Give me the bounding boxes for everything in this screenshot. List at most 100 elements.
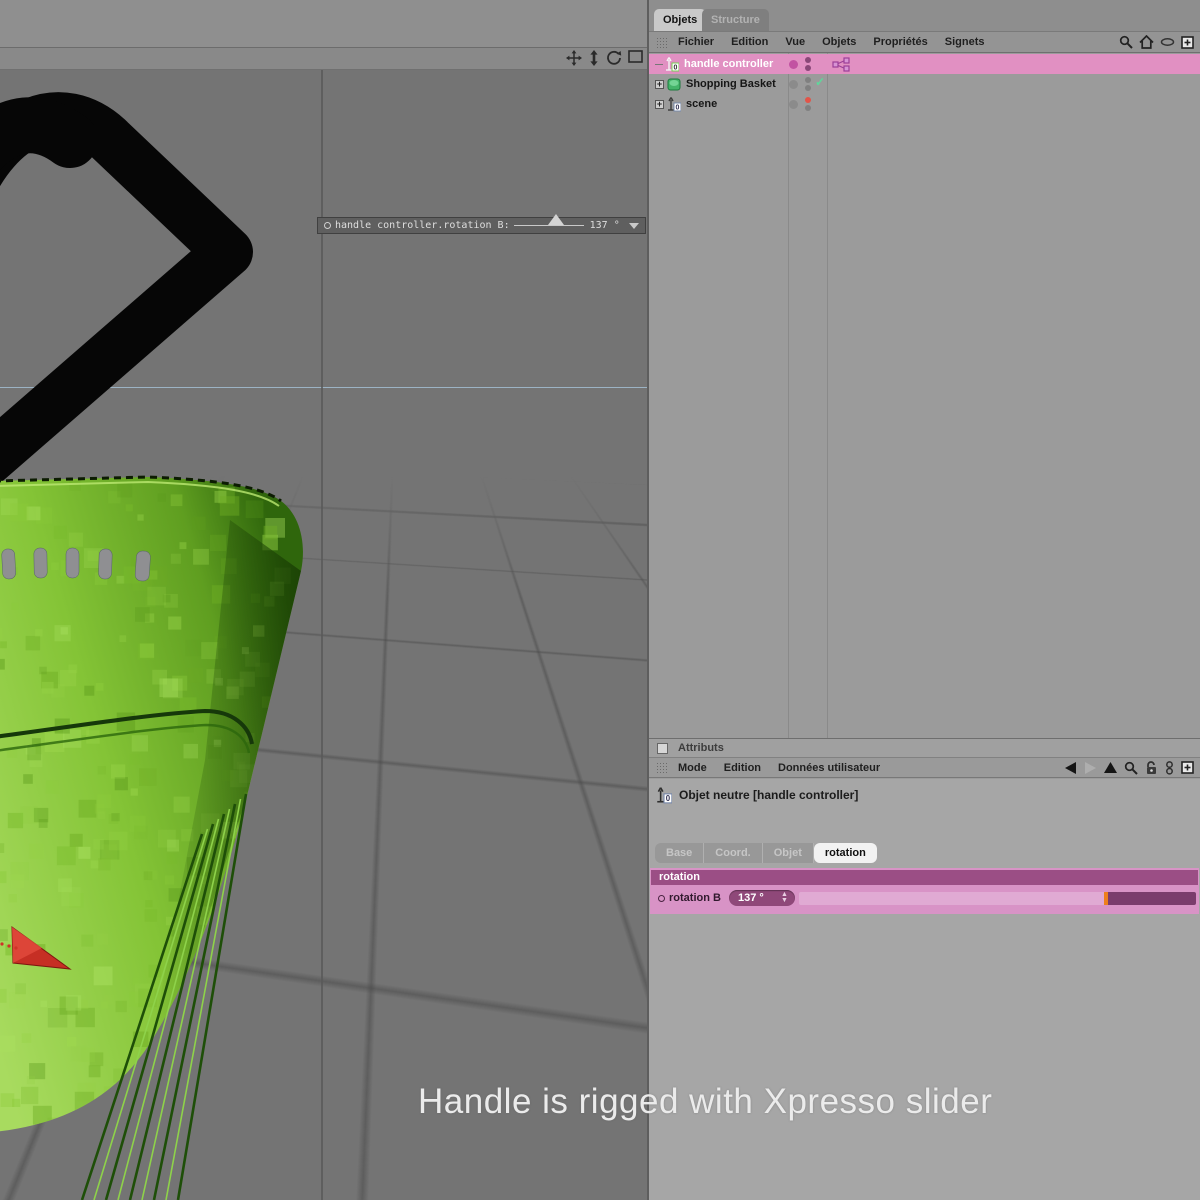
rotate-icon[interactable] [606, 50, 622, 66]
hud-value: 137 ° [590, 220, 620, 231]
lock-icon[interactable] [1145, 761, 1158, 775]
tab-objet[interactable]: Objet [763, 843, 814, 863]
svg-text:0: 0 [674, 64, 678, 71]
tab-objets[interactable]: Objets [654, 9, 706, 31]
attributes-panel: Attributs Mode Edition Données utilisate… [649, 738, 1200, 1200]
menu-vue[interactable]: Vue [785, 36, 805, 48]
search-icon[interactable] [1124, 761, 1138, 775]
home-icon[interactable] [1139, 35, 1154, 49]
menu-edition[interactable]: Edition [731, 36, 768, 48]
maximize-icon[interactable] [628, 50, 643, 66]
menu-objets[interactable]: Objets [822, 36, 856, 48]
panel-checkbox[interactable] [657, 743, 668, 754]
up-icon[interactable] [1104, 762, 1117, 773]
column-divider [788, 53, 789, 738]
section-header[interactable]: rotation [651, 870, 1198, 885]
menu-signets[interactable]: Signets [945, 36, 985, 48]
selected-object-row[interactable]: 0 Objet neutre [handle controller] [656, 786, 858, 804]
xpresso-tag-icon[interactable] [832, 57, 853, 72]
hud-key-ring-icon [324, 222, 331, 229]
shopping-basket-render [0, 70, 648, 1200]
viewport-top-strip [0, 0, 648, 48]
keyframe-ring-icon[interactable] [658, 895, 665, 902]
enable-dot[interactable] [789, 60, 798, 69]
tab-coord[interactable]: Coord. [704, 843, 762, 863]
column-divider [827, 53, 828, 738]
object-name: scene [686, 98, 717, 110]
attributes-title-bar: Attributs [649, 739, 1200, 757]
hud-slider-track[interactable] [514, 225, 584, 226]
tab-rotation[interactable]: rotation [814, 843, 877, 863]
rotation-b-row: rotation B 137 ° ▲▼ [650, 887, 1199, 909]
param-label: rotation B [669, 892, 721, 904]
attributes-body: 0 Objet neutre [handle controller] Base … [649, 779, 1200, 1200]
attributes-menu-bar: Mode Edition Données utilisateur [649, 757, 1200, 778]
menu-mode[interactable]: Mode [678, 762, 707, 774]
rotation-slider-handle[interactable] [1104, 892, 1108, 905]
menu-edition[interactable]: Edition [724, 762, 761, 774]
panel-grip-icon[interactable] [656, 37, 669, 48]
caption-text: Handle is rigged with Xpresso slider [418, 1082, 992, 1122]
hud-rotation-slider[interactable]: handle controller.rotation B: 137 ° [317, 217, 646, 234]
tab-structure[interactable]: Structure [702, 9, 769, 31]
viewport-canvas[interactable]: handle controller.rotation B: 137 ° [0, 70, 648, 1200]
spinner-icon[interactable]: ▲▼ [781, 892, 795, 904]
hud-slider-handle[interactable] [548, 214, 564, 225]
dolly-icon[interactable] [588, 50, 600, 66]
objects-tab-bar: Objets Structure [649, 0, 1200, 31]
attributes-title: Attributs [678, 742, 724, 754]
viewport-header-bar [0, 48, 648, 70]
svg-text:0: 0 [676, 104, 680, 111]
pan-icon[interactable] [566, 50, 582, 66]
object-name: handle controller [684, 58, 773, 70]
expand-icon[interactable]: + [655, 100, 664, 109]
objects-menu-bar: Fichier Edition Vue Objets Propriétés Si… [649, 31, 1200, 53]
object-name: Shopping Basket [686, 78, 776, 90]
link-icon[interactable] [1165, 761, 1174, 775]
render-visibility-dot[interactable] [805, 85, 811, 91]
menu-fichier[interactable]: Fichier [678, 36, 714, 48]
right-panel: Objets Structure Fichier Edition Vue Obj… [649, 0, 1200, 1200]
basket-object-icon [667, 77, 681, 91]
menu-donnees-utilisateur[interactable]: Données utilisateur [778, 762, 880, 774]
tree-branch [655, 64, 663, 65]
rotation-slider-track[interactable] [799, 892, 1196, 905]
object-row-scene[interactable]: + 0 scene [649, 94, 1200, 114]
object-list: 0 handle controller [649, 53, 1200, 738]
forward-icon[interactable] [1084, 762, 1097, 774]
object-type-label: Objet neutre [handle controller] [679, 788, 858, 802]
editor-visibility-dot[interactable] [805, 97, 811, 103]
enabled-check-icon[interactable]: ✓ [815, 75, 825, 89]
null-object-icon: 0 [667, 96, 681, 112]
back-icon[interactable] [1064, 762, 1077, 774]
svg-text:0: 0 [666, 794, 671, 803]
null-object-icon: 0 [656, 786, 672, 804]
panel-grip-icon[interactable] [656, 762, 669, 773]
user-data-section: rotation rotation B 137 ° ▲▼ [650, 868, 1199, 914]
hud-label: handle controller.rotation B: [335, 220, 510, 231]
object-row-shopping-basket[interactable]: + Shopping Basket ✓ [649, 74, 1200, 94]
editor-visibility-dot[interactable] [805, 77, 811, 83]
enable-dot[interactable] [789, 100, 798, 109]
search-icon[interactable] [1119, 35, 1133, 49]
app-window: handle controller.rotation B: 137 ° Obje… [0, 0, 1200, 1200]
basket-handle [0, 117, 228, 472]
render-visibility-dot[interactable] [805, 105, 811, 111]
rotation-value-field[interactable]: 137 ° ▲▼ [729, 890, 795, 906]
object-row-handle-controller[interactable]: 0 handle controller [649, 54, 1200, 74]
eye-icon[interactable] [1160, 37, 1175, 47]
editor-visibility-dot[interactable] [805, 57, 811, 63]
basket-body [0, 477, 324, 1154]
menu-proprietes[interactable]: Propriétés [873, 36, 927, 48]
null-object-icon: 0 [665, 56, 679, 72]
expand-icon[interactable]: + [655, 80, 664, 89]
add-icon[interactable] [1181, 761, 1194, 774]
render-visibility-dot[interactable] [805, 65, 811, 71]
enable-dot[interactable] [789, 80, 798, 89]
hud-dropdown-icon[interactable] [629, 223, 639, 229]
add-icon[interactable] [1181, 36, 1194, 49]
viewport-3d[interactable]: handle controller.rotation B: 137 ° [0, 0, 648, 1200]
tab-base[interactable]: Base [655, 843, 704, 863]
property-tab-bar: Base Coord. Objet rotation [655, 843, 877, 863]
slider-remainder [1108, 892, 1196, 905]
